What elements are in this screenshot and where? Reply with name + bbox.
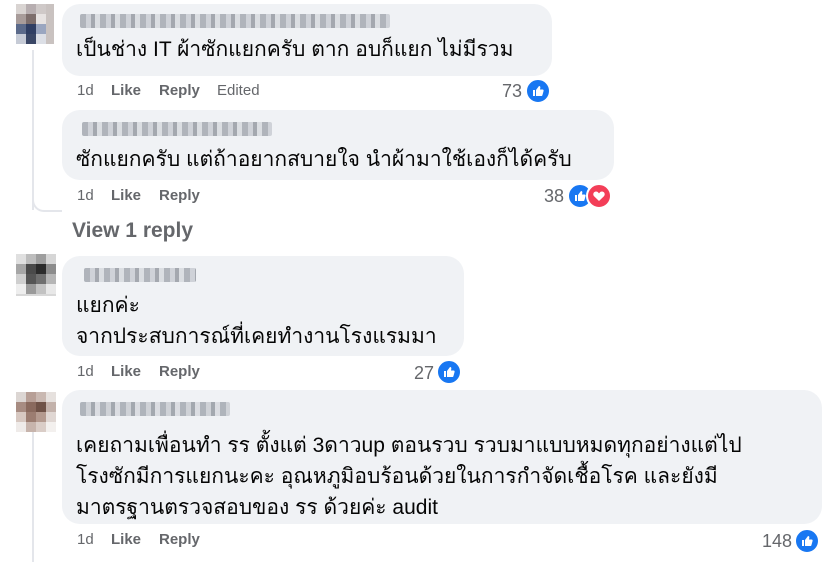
comment-bubble: แยกค่ะ จากประสบการณ์ที่เคยทำงานโรงแรมมา xyxy=(62,256,464,356)
thread-connector xyxy=(32,190,62,212)
like-icon[interactable] xyxy=(436,359,462,385)
avatar[interactable] xyxy=(16,392,56,432)
author-name[interactable] xyxy=(80,402,230,416)
comment-time[interactable]: 1d xyxy=(77,363,94,380)
edited-label[interactable]: Edited xyxy=(217,82,260,99)
reaction-count[interactable]: 148 xyxy=(740,531,792,552)
comment-actions: 1d Like Reply xyxy=(77,363,277,383)
comment-bubble: เป็นช่าง IT ผ้าซักแยกครับ ตาก อบก็แยก ไม… xyxy=(62,4,552,76)
reaction-count[interactable]: 27 xyxy=(388,363,434,384)
reply-button[interactable]: Reply xyxy=(159,531,200,548)
author-name[interactable] xyxy=(84,268,196,282)
comment-text: ซักแยกครับ แต่ถ้าอยากสบายใจ นำผ้ามาใช้เอ… xyxy=(76,148,572,171)
like-button[interactable]: Like xyxy=(111,187,141,204)
like-icon[interactable] xyxy=(794,528,820,554)
reply-button[interactable]: Reply xyxy=(159,82,200,99)
comment-text: เป็นช่าง IT ผ้าซักแยกครับ ตาก อบก็แยก ไม… xyxy=(76,38,514,61)
comment-time[interactable]: 1d xyxy=(77,187,94,204)
avatar[interactable] xyxy=(16,4,54,44)
comment-text: แยกค่ะ จากประสบการณ์ที่เคยทำงานโรงแรมมา xyxy=(76,294,437,348)
comment-actions: 1d Like Reply xyxy=(77,531,277,551)
reply-button[interactable]: Reply xyxy=(159,363,200,380)
comment-time[interactable]: 1d xyxy=(77,531,94,548)
avatar[interactable] xyxy=(16,254,56,296)
like-icon[interactable] xyxy=(525,78,551,104)
reply-button[interactable]: Reply xyxy=(159,187,200,204)
view-replies-link[interactable]: View 1 reply xyxy=(72,219,193,243)
like-button[interactable]: Like xyxy=(111,363,141,380)
thread-line xyxy=(32,50,34,210)
comment-text: เคยถามเพื่อนทำ รร ตั้งแต่ 3ดาวup ตอนรวบ … xyxy=(76,434,742,519)
comment-time[interactable]: 1d xyxy=(77,82,94,99)
reaction-count[interactable]: 73 xyxy=(476,81,522,102)
like-button[interactable]: Like xyxy=(111,531,141,548)
thread-line xyxy=(32,430,34,562)
comment-actions: 1d Like Reply Edited xyxy=(77,82,377,102)
like-button[interactable]: Like xyxy=(111,82,141,99)
reaction-count[interactable]: 38 xyxy=(518,186,564,207)
author-name[interactable] xyxy=(80,14,390,28)
author-name[interactable] xyxy=(82,122,272,136)
comment-actions: 1d Like Reply xyxy=(77,187,277,207)
comment-bubble: ซักแยกครับ แต่ถ้าอยากสบายใจ นำผ้ามาใช้เอ… xyxy=(62,110,614,180)
comment-bubble: เคยถามเพื่อนทำ รร ตั้งแต่ 3ดาวup ตอนรวบ … xyxy=(62,390,822,524)
heart-icon[interactable] xyxy=(586,183,612,209)
